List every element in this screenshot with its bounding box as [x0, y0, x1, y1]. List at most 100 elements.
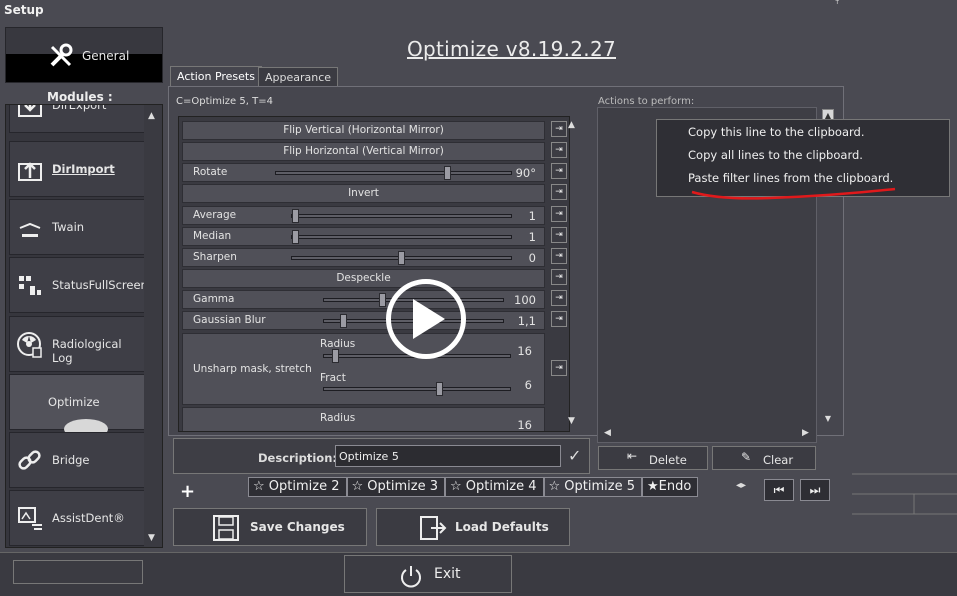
last-preset-button[interactable]: ⏭ — [800, 479, 830, 501]
slider-thumb[interactable] — [444, 166, 451, 180]
load-defaults-button[interactable]: Load Defaults — [376, 508, 570, 546]
exit-button[interactable]: Exit — [344, 555, 512, 593]
module-dirimport[interactable]: DirImport — [9, 141, 145, 197]
filter-value: 1 — [528, 230, 536, 244]
slider-thumb[interactable] — [379, 293, 386, 307]
fract-slider[interactable] — [323, 382, 511, 396]
slider-thumb[interactable] — [340, 314, 347, 328]
radiation-icon — [17, 332, 42, 358]
module-optimize[interactable]: Optimize — [9, 374, 145, 439]
filter-label: Rotate — [193, 166, 228, 178]
add-filter-button[interactable]: ⇥ — [551, 311, 567, 327]
tab-appearance[interactable]: Appearance — [258, 67, 339, 87]
module-twain[interactable]: Twain — [9, 199, 145, 255]
add-filter-button[interactable]: ⇥ — [551, 269, 567, 285]
filter-scroll-down-icon[interactable]: ▼ — [568, 416, 575, 426]
preset-label: Optimize 5 — [564, 479, 635, 494]
rotate-slider[interactable] — [275, 166, 512, 180]
general-button[interactable]: General — [5, 27, 163, 83]
scroll-down-icon[interactable]: ▼ — [148, 533, 155, 543]
preset-endo[interactable]: ★Endo — [642, 477, 699, 497]
star-icon: ☆ — [351, 479, 368, 494]
pin-icon[interactable]: ᵀ — [836, 0, 839, 10]
module-statusfullscreen[interactable]: StatusFullScreen — [9, 257, 148, 313]
grid-icon — [19, 276, 41, 295]
median-slider[interactable] — [291, 230, 512, 244]
scroll-up-icon[interactable]: ▲ — [148, 111, 155, 121]
slider-thumb[interactable] — [292, 230, 299, 244]
module-assistdent[interactable]: AssistDent® — [9, 490, 145, 546]
save-changes-button[interactable]: Save Changes — [173, 508, 367, 546]
menu-item-paste[interactable]: Paste filter lines from the clipboard. — [688, 171, 893, 185]
scroll-left-icon[interactable]: ◀ — [604, 428, 611, 438]
filter-value: 90° — [515, 166, 536, 180]
clear-button[interactable]: ✎ Clear — [712, 446, 816, 470]
filter-gamma[interactable]: Gamma 100 — [182, 290, 545, 309]
filter-sharpen[interactable]: Sharpen 0 — [182, 248, 545, 267]
filter-rotate[interactable]: Rotate 90° — [182, 163, 545, 182]
preset-optimize-2[interactable]: ☆ Optimize 2 — [248, 477, 347, 497]
load-icon — [420, 516, 447, 540]
filter-average[interactable]: Average 1 — [182, 206, 545, 225]
add-filter-button[interactable]: ⇥ — [551, 360, 567, 376]
assist-icon — [18, 507, 42, 530]
modules-label: Modules : — [47, 90, 113, 104]
description-input[interactable] — [335, 445, 561, 467]
slider-thumb[interactable] — [332, 349, 339, 363]
status-box — [13, 560, 143, 584]
add-filter-button[interactable]: ⇥ — [551, 248, 567, 264]
preset-optimize-4[interactable]: ☆ Optimize 4 — [445, 477, 544, 497]
filter-despeckle[interactable]: Despeckle — [182, 269, 545, 288]
preset-optimize-3[interactable]: ☆ Optimize 3 — [346, 477, 445, 497]
radius-value: 16 — [517, 344, 532, 358]
module-bridge[interactable]: Bridge — [9, 432, 145, 488]
first-preset-button[interactable]: ⏮ — [764, 479, 794, 501]
preset-scroll-arrows[interactable]: ◂▸ — [736, 480, 746, 491]
add-filter-button[interactable]: ⇥ — [551, 290, 567, 306]
scroll-right-icon[interactable]: ▶ — [802, 428, 809, 438]
filter-gaussian-blur[interactable]: Gaussian Blur 1,1 — [182, 311, 545, 330]
check-icon[interactable]: ✓ — [568, 446, 581, 465]
tab-action-presets[interactable]: Action Presets — [170, 66, 262, 86]
delete-icon: ⇤ — [627, 449, 638, 463]
module-label: AssistDent® — [52, 511, 125, 525]
download-icon — [18, 105, 42, 117]
sharpen-slider[interactable] — [291, 251, 512, 265]
average-slider[interactable] — [291, 209, 512, 223]
add-filter-button[interactable]: ⇥ — [551, 121, 567, 137]
filter-median[interactable]: Median 1 — [182, 227, 545, 246]
add-preset-button[interactable]: + — [180, 481, 195, 502]
filter-next[interactable]: Radius 16 — [182, 407, 545, 432]
filter-unsharp-mask[interactable]: Unsharp mask, stretch Radius 16 Fract 6 — [182, 333, 545, 405]
add-filter-button[interactable]: ⇥ — [551, 184, 567, 200]
module-direxport[interactable]: DirExport — [9, 105, 145, 133]
menu-item-copy-all[interactable]: Copy all lines to the clipboard. — [688, 148, 863, 162]
preset-optimize-5[interactable]: ☆ Optimize 5 — [543, 477, 642, 497]
slider-thumb[interactable] — [292, 209, 299, 223]
actions-label: Actions to perform: — [598, 96, 695, 107]
filter-scroll-up-icon[interactable]: ▲ — [568, 120, 575, 130]
slider-thumb[interactable] — [398, 251, 405, 265]
filter-invert[interactable]: Invert — [182, 184, 545, 203]
modules-sidebar[interactable]: DirExport DirImport Twain StatusFullScre… — [5, 104, 163, 548]
menu-item-copy-line[interactable]: Copy this line to the clipboard. — [688, 125, 864, 139]
module-label: Optimize — [48, 395, 100, 409]
radius-value: 16 — [517, 418, 532, 432]
preset-label: Optimize 4 — [465, 479, 537, 494]
module-radiological-log[interactable]: Radiological Log — [9, 316, 145, 372]
add-filter-button[interactable]: ⇥ — [551, 163, 567, 179]
sidebar-scrollbar[interactable]: ▲ ▼ — [144, 105, 162, 547]
actions-scroll-down-icon[interactable]: ▼ — [822, 414, 834, 426]
filter-flip-vertical[interactable]: Flip Vertical (Horizontal Mirror) — [182, 121, 545, 140]
play-button[interactable] — [386, 279, 466, 359]
add-filter-button[interactable]: ⇥ — [551, 206, 567, 222]
filter-label: Median — [193, 230, 232, 242]
save-changes-label: Save Changes — [250, 520, 345, 534]
delete-button[interactable]: ⇤ Delete — [598, 446, 708, 470]
slider-thumb[interactable] — [436, 382, 443, 396]
table-grid — [852, 473, 957, 515]
filter-list[interactable]: Flip Vertical (Horizontal Mirror) Flip H… — [178, 116, 570, 432]
filter-flip-horizontal[interactable]: Flip Horizontal (Vertical Mirror) — [182, 142, 545, 161]
add-filter-button[interactable]: ⇥ — [551, 227, 567, 243]
add-filter-button[interactable]: ⇥ — [551, 142, 567, 158]
